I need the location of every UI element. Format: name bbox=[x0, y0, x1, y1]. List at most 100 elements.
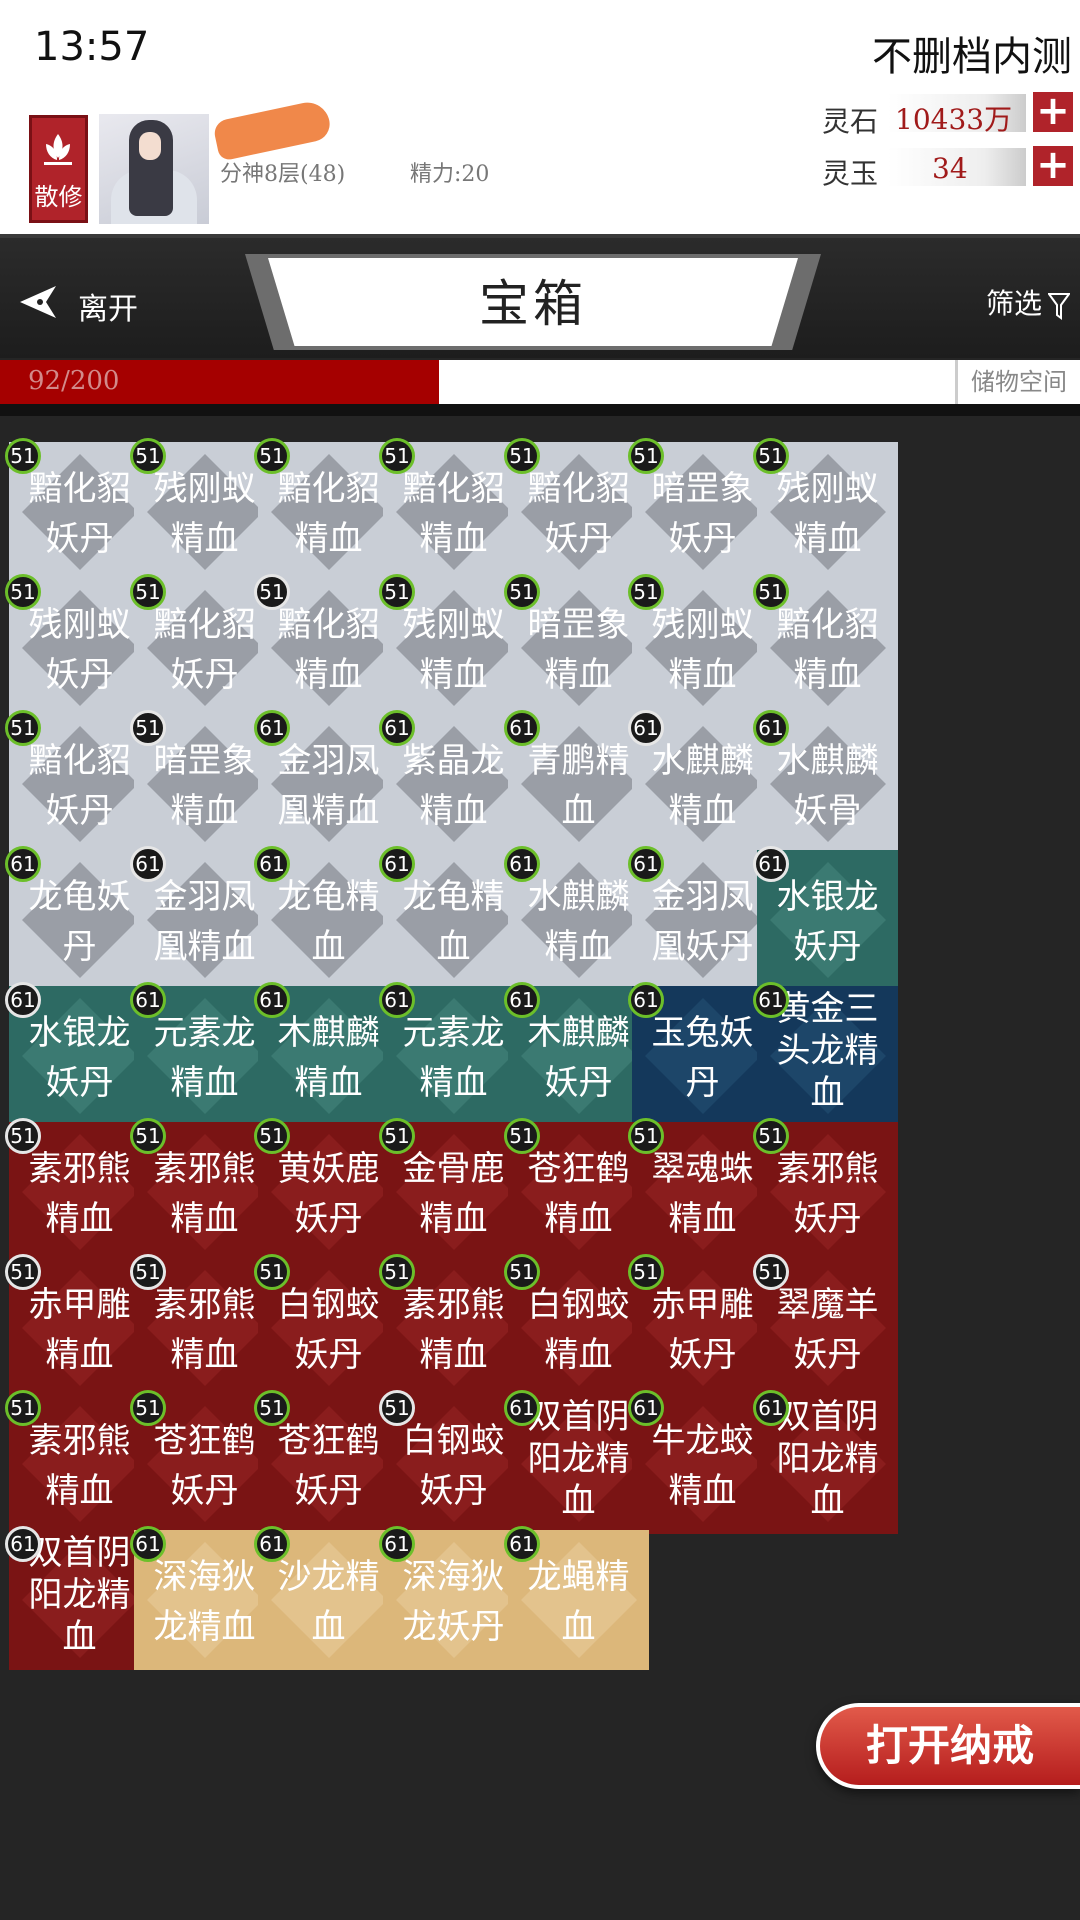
item-name: 元素龙精血 bbox=[402, 1013, 505, 1103]
item-level-badge: 51 bbox=[628, 574, 664, 610]
item-name: 金骨鹿精血 bbox=[402, 1149, 505, 1239]
item-level-badge: 51 bbox=[130, 710, 166, 746]
item-name: 残刚蚁精血 bbox=[153, 469, 256, 559]
page-title: 宝箱 bbox=[479, 275, 587, 333]
item-name: 黯化貂妖丹 bbox=[153, 605, 256, 695]
item-level-badge: 61 bbox=[628, 710, 664, 746]
item-level-badge: 51 bbox=[628, 438, 664, 474]
item-level-badge: 51 bbox=[5, 1118, 41, 1154]
item-level-badge: 61 bbox=[5, 982, 41, 1018]
item-name: 青鹏精血 bbox=[527, 741, 630, 831]
item-level-badge: 61 bbox=[379, 710, 415, 746]
item-name: 黯化貂精血 bbox=[402, 469, 505, 559]
open-ring-button[interactable]: 打开纳戒 bbox=[816, 1703, 1080, 1789]
item-name: 素邪熊精血 bbox=[402, 1285, 505, 1375]
item-level-badge: 51 bbox=[753, 438, 789, 474]
item-level-badge: 51 bbox=[130, 1118, 166, 1154]
add-spirit-jade-button[interactable]: + bbox=[1033, 145, 1073, 186]
item-level-badge: 51 bbox=[379, 1390, 415, 1426]
item-level-badge: 51 bbox=[753, 574, 789, 610]
item-name: 素邪熊精血 bbox=[153, 1149, 256, 1239]
spirit-stone-label: 灵石 bbox=[822, 105, 879, 138]
item-name: 紫晶龙精血 bbox=[402, 741, 505, 831]
item-name: 黯化貂精血 bbox=[277, 469, 380, 559]
item-name: 深海狄龙妖丹 bbox=[402, 1557, 505, 1647]
item-name: 龙龟妖丹 bbox=[28, 877, 131, 967]
item-level-badge: 61 bbox=[504, 1390, 540, 1426]
sect-badge[interactable]: 散修 bbox=[29, 115, 88, 223]
item-level-badge: 61 bbox=[628, 846, 664, 882]
item-name: 赤甲雕妖丹 bbox=[651, 1285, 754, 1375]
item-level-badge: 61 bbox=[379, 846, 415, 882]
item-name: 暗罡象妖丹 bbox=[651, 469, 754, 559]
capacity-text: 92/200 bbox=[28, 366, 120, 396]
item-level-badge: 51 bbox=[254, 574, 290, 610]
item-level-badge: 61 bbox=[254, 710, 290, 746]
item-level-badge: 61 bbox=[753, 710, 789, 746]
item-name: 牛龙蛟精血 bbox=[651, 1421, 754, 1511]
item-level-badge: 61 bbox=[753, 846, 789, 882]
item-name: 残刚蚁精血 bbox=[776, 469, 879, 559]
item-level-badge: 61 bbox=[504, 982, 540, 1018]
item-name: 苍狂鹤妖丹 bbox=[153, 1421, 256, 1511]
item-level-badge: 51 bbox=[379, 438, 415, 474]
item-name: 白钢蛟妖丹 bbox=[277, 1285, 380, 1375]
item-name: 白钢蛟精血 bbox=[527, 1285, 630, 1375]
item-grid: 黯化貂妖丹 51 残刚蚁精血 51 黯化貂精血 51 黯化貂精血 51 黯化貂妖丹 51 暗罡象妖丹… bbox=[0, 416, 1080, 1920]
item-name: 翠魂蛛精血 bbox=[651, 1149, 754, 1239]
add-spirit-stone-button[interactable]: + bbox=[1033, 91, 1073, 132]
storage-space-label[interactable]: 储物空间 bbox=[955, 360, 1080, 404]
item-level-badge: 51 bbox=[379, 1118, 415, 1154]
item-level-badge: 51 bbox=[753, 1118, 789, 1154]
item-level-badge: 51 bbox=[130, 574, 166, 610]
item-level-badge: 61 bbox=[130, 846, 166, 882]
spirit-jade-value: 34 bbox=[932, 152, 968, 185]
item-level-badge: 51 bbox=[254, 1118, 290, 1154]
item-level-badge: 61 bbox=[628, 1390, 664, 1426]
redacted-name bbox=[212, 98, 333, 162]
item-name: 素邪熊妖丹 bbox=[776, 1149, 879, 1239]
item-name: 素邪熊精血 bbox=[28, 1421, 131, 1511]
back-arrow-icon bbox=[20, 286, 56, 318]
item-name: 木麒麟妖丹 bbox=[527, 1013, 630, 1103]
realm-level: 分神8层(48) bbox=[220, 162, 346, 187]
capacity-bar: 92/200 bbox=[0, 360, 955, 404]
item-name: 黯化貂妖丹 bbox=[527, 469, 630, 559]
item-name: 玉兔妖丹 bbox=[651, 1013, 754, 1103]
item-name: 龙龟精血 bbox=[402, 877, 505, 967]
build-label: 不删档内测 bbox=[872, 34, 1072, 80]
filter-button[interactable]: 筛选 bbox=[986, 282, 1070, 322]
item-level-badge: 61 bbox=[5, 1526, 41, 1562]
item-name: 黯化貂妖丹 bbox=[28, 741, 131, 831]
item-name: 残刚蚁精血 bbox=[651, 605, 754, 695]
item-name: 暗罡象精血 bbox=[527, 605, 630, 695]
item-level-badge: 51 bbox=[5, 1254, 41, 1290]
energy-value: 精力:20 bbox=[410, 162, 490, 187]
item-level-badge: 61 bbox=[504, 1526, 540, 1562]
item-level-badge: 61 bbox=[254, 846, 290, 882]
item-level-badge: 51 bbox=[254, 1254, 290, 1290]
item-level-badge: 51 bbox=[379, 574, 415, 610]
item-level-badge: 61 bbox=[379, 982, 415, 1018]
item-name: 金羽凤凰精血 bbox=[277, 741, 380, 831]
item-name: 素邪熊精血 bbox=[28, 1149, 131, 1239]
item-level-badge: 51 bbox=[254, 1390, 290, 1426]
filter-label: 筛选 bbox=[985, 287, 1042, 320]
funnel-icon bbox=[1048, 292, 1070, 320]
item-level-badge: 51 bbox=[628, 1254, 664, 1290]
item-level-badge: 51 bbox=[379, 1254, 415, 1290]
item-level-badge: 61 bbox=[254, 982, 290, 1018]
item-level-badge: 61 bbox=[379, 1526, 415, 1562]
item-name: 黯化貂精血 bbox=[277, 605, 380, 695]
leave-label: 离开 bbox=[78, 292, 138, 327]
item-name: 翠魔羊妖丹 bbox=[776, 1285, 879, 1375]
item-name: 苍狂鹤妖丹 bbox=[277, 1421, 380, 1511]
item-level-badge: 51 bbox=[504, 574, 540, 610]
sect-label: 散修 bbox=[34, 183, 83, 211]
item-name: 木麒麟精血 bbox=[277, 1013, 380, 1103]
item-name: 水银龙妖丹 bbox=[776, 877, 879, 967]
avatar[interactable] bbox=[99, 114, 209, 224]
item-level-badge: 61 bbox=[5, 846, 41, 882]
item-name: 苍狂鹤精血 bbox=[527, 1149, 630, 1239]
item-level-badge: 51 bbox=[5, 438, 41, 474]
